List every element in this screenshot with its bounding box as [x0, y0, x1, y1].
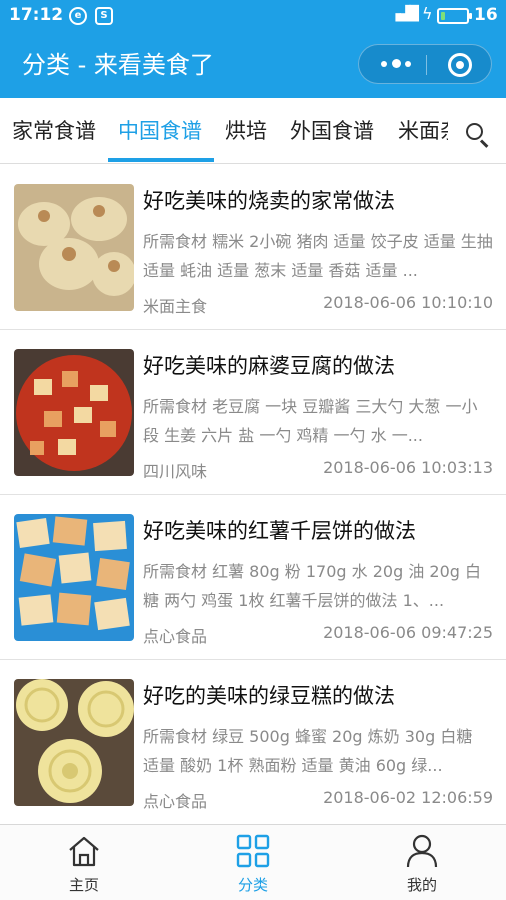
mini-program-capsule	[358, 44, 492, 84]
recipe-date: 2018-06-02 12:06:59	[323, 788, 493, 807]
recipe-thumbnail	[14, 184, 134, 311]
category-tabs: 家常食谱 中国食谱 烘培 外国食谱 米面杂	[0, 98, 506, 164]
active-tab-indicator	[108, 158, 214, 162]
recipe-title: 好吃美味的红薯千层饼的做法	[143, 519, 416, 543]
top-bar: 17:12 e S ▗▟▉ ϟ 16 分类 - 来看美食了	[0, 0, 506, 98]
recipe-title: 好吃的美味的绿豆糕的做法	[143, 684, 395, 708]
recipe-date: 2018-06-06 10:10:10	[323, 293, 493, 312]
page-title: 分类 - 来看美食了	[22, 51, 214, 79]
recipe-ingredients: 所需食材 糯米 2小碗 猪肉 适量 饺子皮 适量 生抽 适量 蚝油 适量 葱末 …	[143, 232, 493, 280]
more-dots-icon[interactable]	[381, 57, 415, 71]
search-icon	[466, 123, 483, 140]
status-bar: 17:12 e S ▗▟▉ ϟ 16	[0, 0, 506, 32]
bottom-tab-bar: 主页 分类 我的	[0, 824, 506, 900]
battery-icon	[437, 8, 472, 24]
person-icon	[406, 834, 438, 868]
search-button[interactable]	[448, 98, 506, 163]
recipe-card[interactable]: 好吃美味的红薯千层饼的做法 所需食材 红薯 80g 粉 170g 水 20g 油…	[0, 495, 506, 660]
target-circle-icon[interactable]	[448, 53, 472, 77]
recipe-title: 好吃美味的麻婆豆腐的做法	[143, 354, 395, 378]
recipe-category: 米面主食	[143, 297, 208, 316]
recipe-ingredients: 所需食材 红薯 80g 粉 170g 水 20g 油 20g 白糖 两勺 鸡蛋 …	[143, 562, 482, 610]
tabbar-home[interactable]: 主页	[0, 825, 168, 900]
recipe-category: 四川风味	[143, 462, 208, 481]
tab-home-recipes[interactable]: 家常食谱	[12, 115, 96, 145]
tab-chinese-recipes[interactable]: 中国食谱	[118, 115, 202, 145]
tabbar-home-label: 主页	[68, 876, 99, 894]
weibo-icon: e	[69, 7, 87, 25]
recipe-card[interactable]: 好吃的美味的绿豆糕的做法 所需食材 绿豆 500g 蜂蜜 20g 炼奶 30g …	[0, 660, 506, 825]
signal-icon: ▗▟▉	[390, 6, 420, 22]
tabbar-category[interactable]: 分类	[169, 825, 337, 900]
battery-fill	[441, 12, 445, 20]
tabbar-profile[interactable]: 我的	[338, 825, 506, 900]
recipe-title: 好吃美味的烧卖的家常做法	[143, 189, 395, 213]
recipe-category: 点心食品	[143, 627, 208, 646]
recipe-card[interactable]: 好吃美味的烧卖的家常做法 所需食材 糯米 2小碗 猪肉 适量 饺子皮 适量 生抽…	[0, 165, 506, 330]
status-time: 17:12	[9, 5, 64, 25]
recipe-ingredients: 所需食材 绿豆 500g 蜂蜜 20g 炼奶 30g 白糖 适量 酸奶 1杯 熟…	[143, 727, 473, 775]
recipe-thumbnail	[14, 514, 134, 641]
tabbar-category-label: 分类	[237, 876, 268, 894]
charging-icon: ϟ	[422, 4, 433, 23]
recipe-thumbnail	[14, 349, 134, 476]
capsule-divider	[426, 55, 427, 75]
tabbar-profile-label: 我的	[406, 876, 437, 894]
grid-icon	[236, 834, 270, 868]
tab-baking[interactable]: 烘培	[225, 115, 267, 145]
tab-foreign-recipes[interactable]: 外国食谱	[290, 115, 374, 145]
recipe-thumbnail	[14, 679, 134, 806]
recipe-date: 2018-06-06 10:03:13	[323, 458, 493, 477]
recipe-category: 点心食品	[143, 792, 208, 811]
recipe-date: 2018-06-06 09:47:25	[323, 623, 493, 642]
recipe-ingredients: 所需食材 老豆腐 一块 豆瓣酱 三大勺 大葱 一小段 生姜 六片 盐 一勺 鸡精…	[143, 397, 478, 445]
battery-level: 16	[474, 5, 498, 25]
s-app-icon: S	[95, 7, 113, 25]
home-icon	[69, 836, 99, 867]
recipe-card[interactable]: 好吃美味的麻婆豆腐的做法 所需食材 老豆腐 一块 豆瓣酱 三大勺 大葱 一小段 …	[0, 330, 506, 495]
